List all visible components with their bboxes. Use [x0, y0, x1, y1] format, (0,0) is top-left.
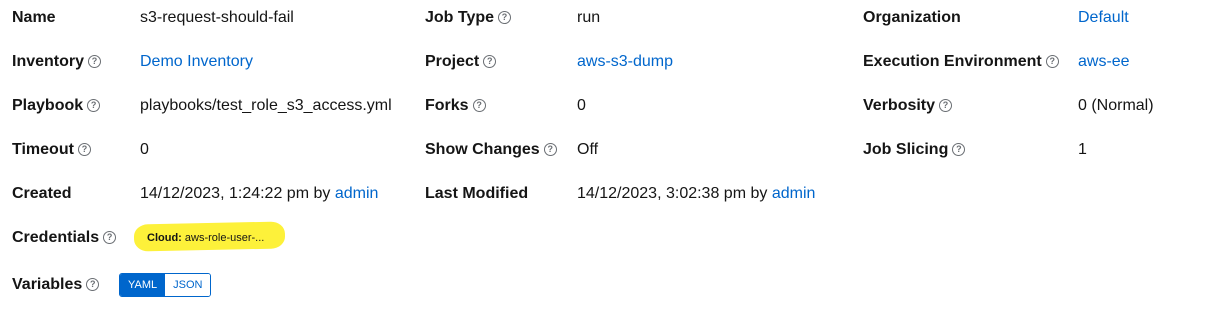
help-icon[interactable]: ? — [543, 143, 557, 156]
verbosity-label: Verbosity? — [863, 96, 953, 116]
execution-environment-label: Execution Environment? — [863, 52, 1059, 72]
show-changes-label: Show Changes? — [425, 140, 557, 160]
project-link[interactable]: aws-s3-dump — [577, 52, 673, 72]
help-icon[interactable]: ? — [472, 99, 486, 112]
organization-link[interactable]: Default — [1078, 8, 1129, 28]
show-changes-value: Off — [577, 141, 599, 158]
modified-by-user-link[interactable]: admin — [772, 185, 816, 202]
help-icon[interactable]: ? — [498, 11, 512, 24]
created-by-user-link[interactable]: admin — [335, 185, 379, 202]
playbook-value: playbooks/test_role_s3_access.yml — [140, 97, 392, 114]
forks-label: Forks? — [425, 96, 486, 116]
help-icon[interactable]: ? — [88, 55, 102, 68]
last-modified-value: 14/12/2023, 3:02:38 pm by admin — [577, 185, 816, 202]
last-modified-label: Last Modified — [425, 185, 529, 202]
execution-environment-link[interactable]: aws-ee — [1078, 52, 1130, 72]
json-toggle-button[interactable]: JSON — [165, 274, 211, 296]
help-icon[interactable]: ? — [1045, 55, 1059, 68]
verbosity-value: 0 (Normal) — [1078, 97, 1154, 114]
job-type-label: Job Type? — [425, 8, 512, 28]
name-label: Name — [12, 9, 56, 26]
job-slicing-label: Job Slicing? — [863, 140, 966, 160]
inventory-label: Inventory? — [12, 52, 102, 72]
help-icon[interactable]: ? — [77, 143, 91, 156]
credentials-label: Credentials? — [12, 228, 117, 248]
timeout-label: Timeout? — [12, 140, 91, 160]
created-label: Created — [12, 185, 72, 202]
job-type-value: run — [577, 9, 601, 26]
help-icon[interactable]: ? — [939, 99, 953, 112]
help-icon[interactable]: ? — [103, 231, 117, 244]
help-icon[interactable]: ? — [483, 55, 497, 68]
variables-mode-toggle[interactable]: YAML JSON — [119, 273, 212, 297]
help-icon[interactable]: ? — [87, 99, 101, 112]
inventory-link[interactable]: Demo Inventory — [140, 52, 253, 72]
name-value: s3-request-should-fail — [140, 9, 294, 26]
created-value: 14/12/2023, 1:24:22 pm by admin — [140, 185, 379, 202]
yaml-toggle-button[interactable]: YAML — [120, 274, 166, 296]
help-icon[interactable]: ? — [952, 143, 966, 156]
playbook-label: Playbook? — [12, 96, 101, 116]
forks-value: 0 — [577, 97, 586, 114]
credential-chip[interactable]: Cloud: aws-role-user-... — [147, 230, 264, 246]
project-label: Project? — [425, 52, 497, 72]
timeout-value: 0 — [140, 141, 149, 158]
variables-label: Variables? — [12, 275, 100, 295]
job-slicing-value: 1 — [1078, 141, 1087, 158]
help-icon[interactable]: ? — [86, 278, 100, 291]
organization-label: Organization — [863, 9, 961, 26]
